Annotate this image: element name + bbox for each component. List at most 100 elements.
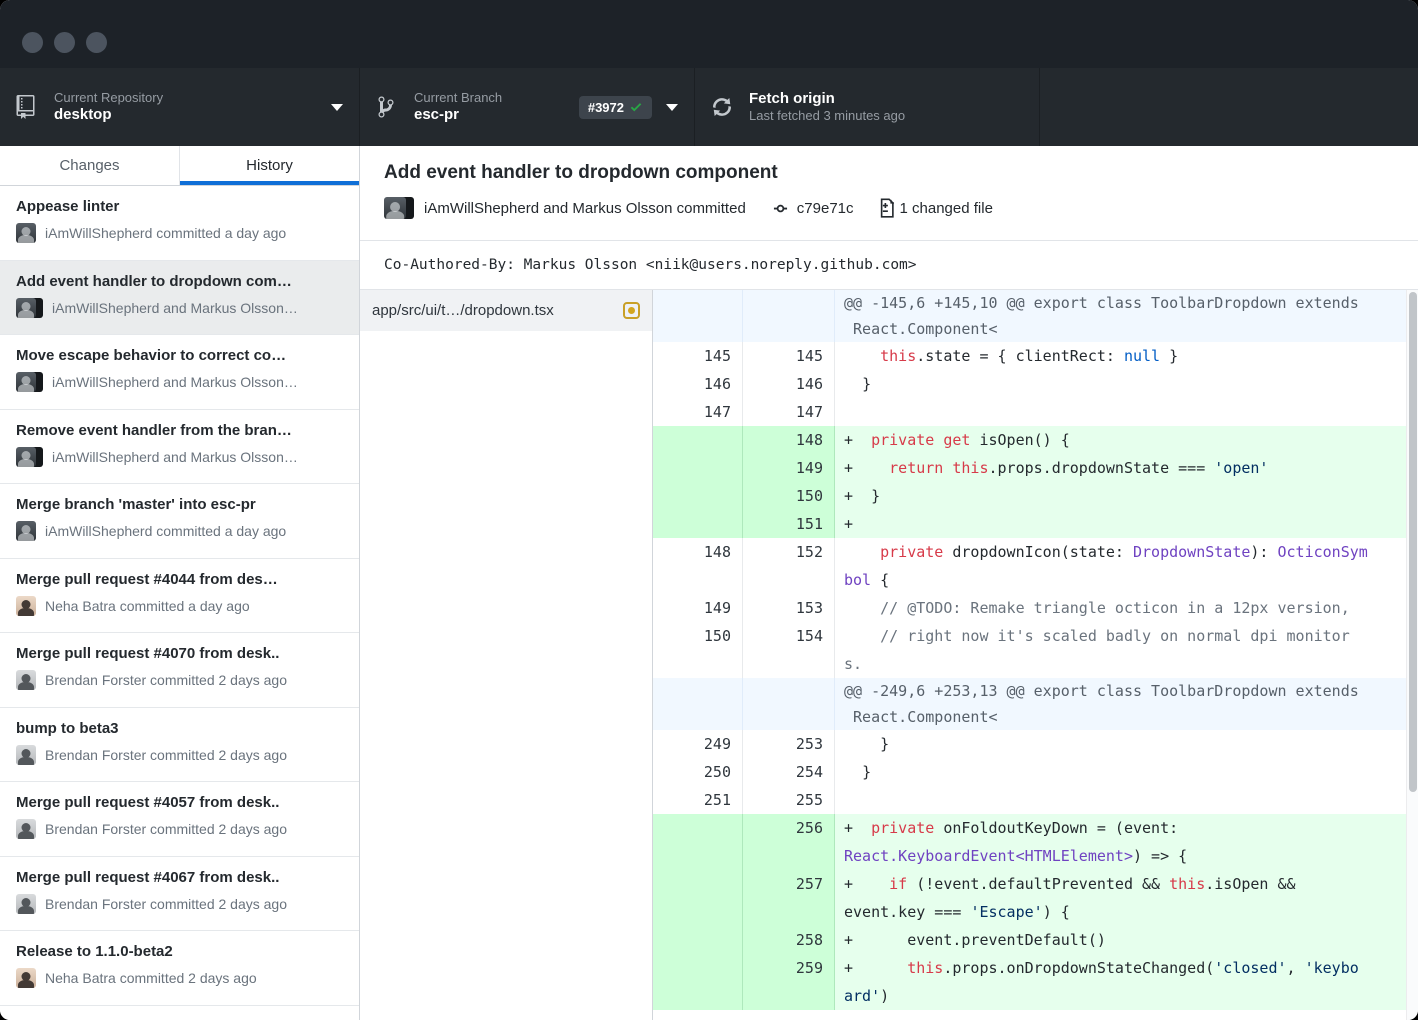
diff-row: 259 + this.props.onDropdownStateChanged(… xyxy=(653,954,1406,1010)
diff-code-line: @@ -145,6 +145,10 @@ export class Toolba… xyxy=(835,290,1406,342)
diff-code-line: + return this.props.dropdownState === 'o… xyxy=(835,454,1406,482)
old-line-number: 150 xyxy=(653,622,743,678)
diff-code-line: // @TODO: Remake triangle octicon in a 1… xyxy=(835,594,1406,622)
sync-icon xyxy=(711,95,737,119)
pr-number: #3972 xyxy=(588,100,624,115)
file-row[interactable]: app/src/ui/t…/dropdown.tsx xyxy=(360,290,652,331)
tab-changes[interactable]: Changes xyxy=(0,146,179,185)
pr-status-badge: #3972 xyxy=(579,96,652,119)
commit-list-item[interactable]: Merge pull request #4044 from des… Neha … xyxy=(0,559,359,634)
commit-list-item[interactable]: Merge branch 'master' into esc-pr iAmWil… xyxy=(0,484,359,559)
commit-item-meta: iAmWillShepherd and Markus Olsson… xyxy=(52,374,298,390)
old-line-number: 148 xyxy=(653,538,743,594)
new-line-number: 151 xyxy=(743,510,835,538)
old-line-number xyxy=(653,870,743,926)
author-avatar xyxy=(16,372,43,392)
author-avatar xyxy=(16,745,36,765)
commit-item-meta: Brendan Forster committed 2 days ago xyxy=(45,896,287,912)
commit-item-meta: Neha Batra committed a day ago xyxy=(45,598,250,614)
commit-sha-group: c79e71c xyxy=(770,200,854,217)
diff-scrollbar[interactable] xyxy=(1406,290,1418,1020)
commit-item-title: Release to 1.1.0-beta2 xyxy=(16,943,343,960)
new-line-number: 146 xyxy=(743,370,835,398)
titlebar xyxy=(0,0,1418,68)
new-line-number: 254 xyxy=(743,758,835,786)
commit-item-title: Merge pull request #4057 from desk.. xyxy=(16,794,343,811)
old-line-number: 147 xyxy=(653,398,743,426)
commit-item-meta: Brendan Forster committed 2 days ago xyxy=(45,747,287,763)
author-avatar xyxy=(16,298,43,318)
new-line-number xyxy=(743,678,835,730)
file-path: app/src/ui/t…/dropdown.tsx xyxy=(372,302,613,319)
diff-code-line: + private get isOpen() { xyxy=(835,426,1406,454)
git-commit-icon xyxy=(770,201,791,216)
fetch-origin-subtitle: Last fetched 3 minutes ago xyxy=(749,108,905,124)
new-line-number: 153 xyxy=(743,594,835,622)
minimize-window-button[interactable] xyxy=(54,32,75,53)
new-line-number: 258 xyxy=(743,926,835,954)
toolbar-spacer xyxy=(1040,68,1418,146)
current-branch-label: Current Branch xyxy=(414,90,502,106)
commit-detail-pane: Add event handler to dropdown component … xyxy=(360,146,1418,1020)
commit-list-item[interactable]: Merge pull request #4070 from desk.. Bre… xyxy=(0,633,359,708)
diff-code-line: + xyxy=(835,510,1406,538)
author-avatar xyxy=(16,596,36,616)
diff-code-line: this.state = { clientRect: null } xyxy=(835,342,1406,370)
diff-row: 150 154 // right now it's scaled badly o… xyxy=(653,622,1406,678)
diff-row: 145 145 this.state = { clientRect: null … xyxy=(653,342,1406,370)
diff-code-line: private dropdownIcon(state: DropdownStat… xyxy=(835,538,1406,594)
changed-files-group: 1 changed file xyxy=(878,198,993,218)
maximize-window-button[interactable] xyxy=(86,32,107,53)
commit-list-item[interactable]: bump to beta3 Brendan Forster committed … xyxy=(0,708,359,783)
author-avatar xyxy=(16,521,36,541)
diff-view: @@ -145,6 +145,10 @@ export class Toolba… xyxy=(653,290,1406,1020)
old-line-number xyxy=(653,290,743,342)
commit-list-item[interactable]: Remove event handler from the bran… iAmW… xyxy=(0,410,359,485)
new-line-number: 149 xyxy=(743,454,835,482)
close-window-button[interactable] xyxy=(22,32,43,53)
new-line-number: 145 xyxy=(743,342,835,370)
author-avatar xyxy=(16,819,36,839)
history-sidebar: Changes History Appease linter iAmWillSh… xyxy=(0,146,360,1020)
commit-list-item[interactable]: Merge pull request #4071 from desk.. xyxy=(0,1006,359,1020)
commit-list-item[interactable]: Add event handler to dropdown com… iAmWi… xyxy=(0,261,359,336)
current-repository-button[interactable]: Current Repository desktop xyxy=(0,68,360,146)
diff-code-line: + this.props.onDropdownStateChanged('clo… xyxy=(835,954,1406,1010)
diff-code-line xyxy=(835,398,1406,426)
old-line-number xyxy=(653,510,743,538)
old-line-number xyxy=(653,814,743,870)
commit-list: Appease linter iAmWillShepherd committed… xyxy=(0,186,359,1020)
chevron-down-icon xyxy=(331,104,343,111)
old-line-number xyxy=(653,482,743,510)
commit-item-meta: Neha Batra committed 2 days ago xyxy=(45,970,257,986)
author-avatar xyxy=(16,894,36,914)
new-line-number: 253 xyxy=(743,730,835,758)
new-line-number: 148 xyxy=(743,426,835,454)
old-line-number xyxy=(653,426,743,454)
author-avatar xyxy=(16,223,36,243)
commit-list-item[interactable]: Merge pull request #4057 from desk.. Bre… xyxy=(0,782,359,857)
commit-sha: c79e71c xyxy=(797,200,854,217)
diff-row: 256 + private onFoldoutKeyDown = (event:… xyxy=(653,814,1406,870)
tab-history[interactable]: History xyxy=(179,146,359,185)
commit-list-item[interactable]: Release to 1.1.0-beta2 Neha Batra commit… xyxy=(0,931,359,1006)
author-avatar xyxy=(16,447,43,467)
fetch-origin-title: Fetch origin xyxy=(749,90,905,109)
diff-code-line: + event.preventDefault() xyxy=(835,926,1406,954)
current-branch-button[interactable]: Current Branch esc-pr #3972 xyxy=(360,68,695,146)
commit-item-title: Add event handler to dropdown com… xyxy=(16,273,343,290)
commit-description: Co-Authored-By: Markus Olsson <niik@user… xyxy=(360,241,1418,290)
commit-item-meta: iAmWillShepherd committed a day ago xyxy=(45,225,286,241)
new-line-number: 154 xyxy=(743,622,835,678)
toolbar: Current Repository desktop Current Branc… xyxy=(0,68,1418,146)
commit-list-item[interactable]: Appease linter iAmWillShepherd committed… xyxy=(0,186,359,261)
commit-list-item[interactable]: Move escape behavior to correct co… iAmW… xyxy=(0,335,359,410)
commit-title: Add event handler to dropdown component xyxy=(384,162,1394,184)
new-line-number: 255 xyxy=(743,786,835,814)
old-line-number xyxy=(653,926,743,954)
scrollbar-thumb[interactable] xyxy=(1409,292,1417,792)
old-line-number: 250 xyxy=(653,758,743,786)
new-line-number: 150 xyxy=(743,482,835,510)
fetch-origin-button[interactable]: Fetch origin Last fetched 3 minutes ago xyxy=(695,68,1040,146)
commit-list-item[interactable]: Merge pull request #4067 from desk.. Bre… xyxy=(0,857,359,932)
